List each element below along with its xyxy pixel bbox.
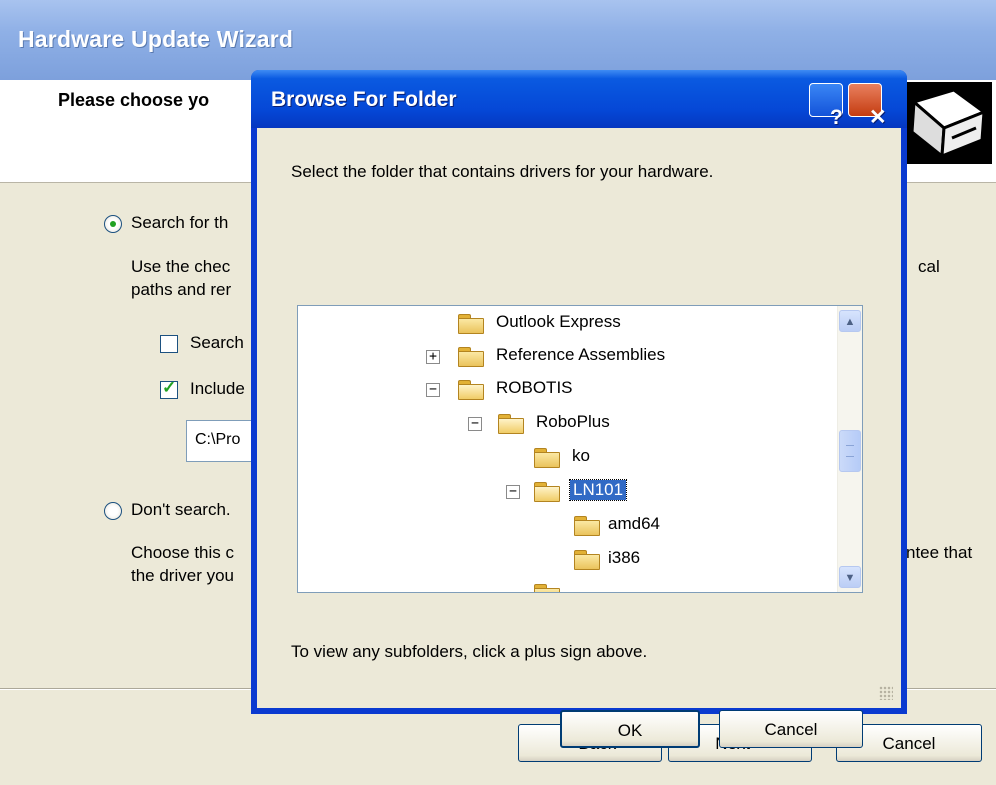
tree-node-label: Outlook Express: [496, 312, 621, 331]
dialog-description: Select the folder that contains drivers …: [291, 162, 714, 181]
tree-vertical-scrollbar[interactable]: ▲ ▼: [837, 306, 862, 592]
wizard-title-bar: Hardware Update Wizard: [0, 0, 996, 80]
dont-search-description-line2: the driver you: [131, 566, 234, 585]
browse-for-folder-dialog: Browse For Folder ? ✕ Select the folder …: [251, 70, 907, 748]
dont-search-description-right: ntee that: [906, 543, 973, 562]
help-button[interactable]: ?: [809, 83, 843, 129]
folder-open-icon: [498, 414, 524, 434]
folder-open-icon: [534, 482, 560, 502]
dialog-title: Browse For Folder: [271, 88, 457, 111]
dont-search-description-line1: Choose this c: [131, 543, 234, 562]
folder-icon: [574, 550, 600, 570]
hardware-icon: [902, 82, 992, 164]
ok-button[interactable]: OK: [560, 710, 700, 748]
search-removable-checkbox[interactable]: [160, 335, 178, 353]
location-path-value: C:\Pro: [195, 431, 241, 448]
expand-plus-icon[interactable]: +: [426, 350, 440, 364]
dialog-hint: To view any subfolders, click a plus sig…: [291, 642, 648, 661]
tree-node-label: ko: [572, 446, 590, 465]
folder-icon: [458, 347, 484, 367]
search-description-line1: Use the chec: [131, 257, 231, 276]
folder-icon: [534, 584, 560, 592]
tree-node-label: amd64: [608, 514, 660, 533]
include-location-label: Include: [190, 379, 245, 398]
wizard-title: Hardware Update Wizard: [18, 26, 294, 52]
dialog-client-area: Select the folder that contains drivers …: [257, 128, 901, 748]
scroll-thumb[interactable]: [839, 430, 861, 472]
tree-node-label: Reference Assemblies: [496, 345, 666, 364]
folder-tree[interactable]: Outlook Express + Reference Assemblies −…: [297, 305, 863, 593]
collapse-minus-icon[interactable]: −: [426, 383, 440, 397]
resize-grip-icon[interactable]: [879, 686, 893, 700]
scroll-down-icon[interactable]: ▼: [839, 566, 861, 588]
wizard-header-title: Please choose yo: [58, 90, 210, 110]
include-location-checkbox[interactable]: [160, 378, 178, 399]
collapse-minus-icon[interactable]: −: [468, 417, 482, 431]
folder-open-icon: [458, 380, 484, 400]
search-removable-label: Search: [190, 333, 244, 352]
search-radio[interactable]: [104, 215, 122, 233]
dialog-cancel-button[interactable]: Cancel: [719, 710, 863, 748]
folder-icon: [458, 314, 484, 334]
tree-node-label: RoboPlus: [536, 412, 610, 431]
folder-icon: [574, 516, 600, 536]
folder-icon: [534, 448, 560, 468]
tree-node-label: ROBOTIS: [496, 378, 573, 397]
scroll-up-icon[interactable]: ▲: [839, 310, 861, 332]
dont-search-radio[interactable]: [104, 502, 122, 520]
search-description-line2: paths and rer: [131, 280, 232, 299]
close-button[interactable]: ✕: [848, 83, 887, 129]
dialog-title-bar: Browse For Folder ? ✕: [251, 70, 907, 129]
search-description-right: cal: [918, 257, 940, 276]
collapse-minus-icon[interactable]: −: [506, 485, 520, 499]
tree-node-label: i386: [608, 548, 641, 567]
tree-node-label-selected: LN101: [568, 479, 628, 501]
dont-search-option-label: Don't search.: [131, 500, 231, 519]
search-option-label: Search for th: [131, 213, 229, 232]
